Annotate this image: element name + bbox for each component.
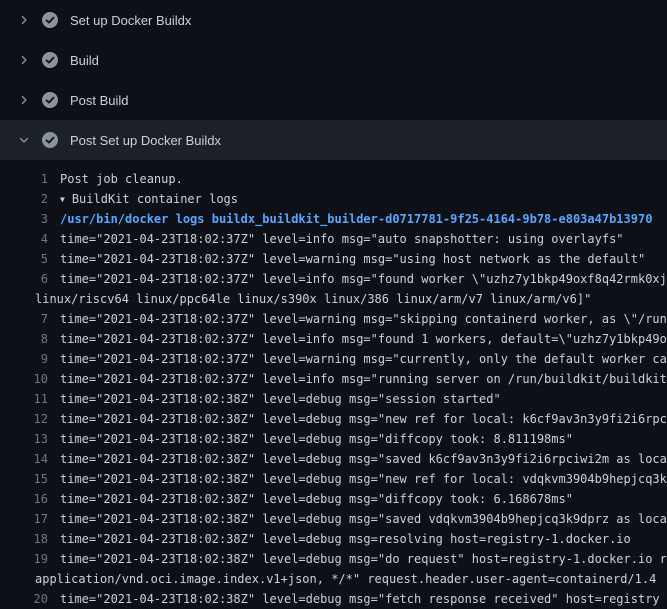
- step-title: Build: [70, 53, 99, 68]
- line-number[interactable]: 11: [0, 389, 48, 409]
- step-title: Post Build: [70, 93, 129, 108]
- log-line: 12 time="2021-04-23T18:02:38Z" level=debu…: [0, 409, 667, 429]
- log-line: 13 time="2021-04-23T18:02:38Z" level=debu…: [0, 429, 667, 449]
- line-number[interactable]: 13: [0, 429, 48, 449]
- step-header-set-up-docker-buildx[interactable]: Set up Docker Buildx: [0, 0, 667, 40]
- log-text: time="2021-04-23T18:02:37Z" level=info m…: [60, 329, 667, 349]
- log-text: time="2021-04-23T18:02:38Z" level=debug …: [60, 449, 667, 469]
- log-line: 10 time="2021-04-23T18:02:37Z" level=info…: [0, 369, 667, 389]
- line-number[interactable]: 10: [0, 369, 48, 389]
- step-header-post-set-up-docker-buildx[interactable]: Post Set up Docker Buildx: [0, 120, 667, 160]
- line-number[interactable]: 16: [0, 489, 48, 509]
- check-circle-icon: [42, 52, 58, 68]
- log-text: time="2021-04-23T18:02:38Z" level=debug …: [60, 409, 667, 429]
- log-line-command: 3/usr/bin/docker logs buildx_buildkit_bu…: [0, 209, 667, 229]
- chevron-down-icon: [16, 132, 32, 148]
- step-title: Set up Docker Buildx: [70, 13, 191, 28]
- chevron-right-icon: [16, 52, 32, 68]
- step-header-build[interactable]: Build: [0, 40, 667, 80]
- log-line: 16 time="2021-04-23T18:02:38Z" level=debu…: [0, 489, 667, 509]
- log-text: time="2021-04-23T18:02:37Z" level=warnin…: [60, 249, 667, 269]
- check-circle-icon: [42, 12, 58, 28]
- chevron-right-icon: [16, 12, 32, 28]
- log-line: 15 time="2021-04-23T18:02:38Z" level=debu…: [0, 469, 667, 489]
- log-text: linux/riscv64 linux/ppc64le linux/s390x …: [35, 289, 667, 309]
- log-text: time="2021-04-23T18:02:37Z" level=info m…: [60, 269, 667, 289]
- chevron-right-icon: [16, 92, 32, 108]
- line-number[interactable]: 14: [0, 449, 48, 469]
- log-text: ▼ BuildKit container logs: [60, 189, 667, 209]
- log-text: time="2021-04-23T18:02:38Z" level=debug …: [60, 589, 667, 609]
- line-number[interactable]: 18: [0, 529, 48, 549]
- line-number[interactable]: 17: [0, 509, 48, 529]
- log-container: 1 Post job cleanup. 2 ▼ BuildKit container l…: [0, 160, 667, 609]
- step-title: Post Set up Docker Buildx: [70, 133, 221, 148]
- log-line: 7 time="2021-04-23T18:02:37Z" level=warni…: [0, 309, 667, 329]
- log-line: 14 time="2021-04-23T18:02:38Z" level=debu…: [0, 449, 667, 469]
- log-text: time="2021-04-23T18:02:38Z" level=debug …: [60, 389, 667, 409]
- log-text: time="2021-04-23T18:02:37Z" level=warnin…: [60, 349, 667, 369]
- log-text: time="2021-04-23T18:02:38Z" level=debug …: [60, 469, 667, 489]
- line-number[interactable]: 15: [0, 469, 48, 489]
- log-line: 11 time="2021-04-23T18:02:38Z" level=debu…: [0, 389, 667, 409]
- step-header-post-build[interactable]: Post Build: [0, 80, 667, 120]
- line-number[interactable]: 4: [0, 229, 48, 249]
- group-label: BuildKit container logs: [72, 192, 238, 206]
- actions-log-viewer: Set up Docker Buildx Build Post Build Post …: [0, 0, 667, 609]
- line-number[interactable]: 5: [0, 249, 48, 269]
- log-text: Post job cleanup.: [60, 169, 667, 189]
- log-lines: 1 Post job cleanup. 2 ▼ BuildKit container l…: [0, 169, 667, 609]
- log-line: 18 time="2021-04-23T18:02:38Z" level=debu…: [0, 529, 667, 549]
- steps-list: Set up Docker Buildx Build Post Build Post …: [0, 0, 667, 160]
- log-line: 17 time="2021-04-23T18:02:38Z" level=debu…: [0, 509, 667, 529]
- log-text: time="2021-04-23T18:02:37Z" level=warnin…: [60, 309, 667, 329]
- line-number[interactable]: 2: [0, 189, 48, 209]
- log-text: time="2021-04-23T18:02:37Z" level=info m…: [60, 229, 667, 249]
- log-line: 5 time="2021-04-23T18:02:37Z" level=warni…: [0, 249, 667, 269]
- log-text: time="2021-04-23T18:02:38Z" level=debug …: [60, 529, 667, 549]
- check-circle-icon: [42, 92, 58, 108]
- line-number[interactable]: 8: [0, 329, 48, 349]
- triangle-down-icon: ▼: [60, 190, 65, 209]
- log-line: 20 time="2021-04-23T18:02:38Z" level=debu…: [0, 589, 667, 609]
- log-text: /usr/bin/docker logs buildx_buildkit_bui…: [60, 209, 667, 229]
- log-line: 8 time="2021-04-23T18:02:37Z" level=info …: [0, 329, 667, 349]
- log-text: time="2021-04-23T18:02:38Z" level=debug …: [60, 429, 667, 449]
- log-text: time="2021-04-23T18:02:38Z" level=debug …: [60, 549, 667, 569]
- line-number[interactable]: 19: [0, 549, 48, 569]
- log-line: 4 time="2021-04-23T18:02:37Z" level=info …: [0, 229, 667, 249]
- log-line: 1 Post job cleanup.: [0, 169, 667, 189]
- line-number[interactable]: 6: [0, 269, 48, 289]
- log-group-toggle[interactable]: 2 ▼ BuildKit container logs: [0, 189, 667, 209]
- log-text: time="2021-04-23T18:02:38Z" level=debug …: [60, 509, 667, 529]
- log-line-continuation: linux/riscv64 linux/ppc64le linux/s390x …: [0, 289, 667, 309]
- check-circle-icon: [42, 132, 58, 148]
- line-number[interactable]: 20: [0, 589, 48, 609]
- line-number[interactable]: 3: [0, 209, 48, 229]
- log-line: 9 time="2021-04-23T18:02:37Z" level=warni…: [0, 349, 667, 369]
- log-line-continuation: application/vnd.oci.image.index.v1+json,…: [0, 569, 667, 589]
- log-line: 19 time="2021-04-23T18:02:38Z" level=debu…: [0, 549, 667, 569]
- line-number[interactable]: 1: [0, 169, 48, 189]
- log-line: 6 time="2021-04-23T18:02:37Z" level=info …: [0, 269, 667, 289]
- log-text: application/vnd.oci.image.index.v1+json,…: [35, 569, 667, 589]
- line-number[interactable]: 12: [0, 409, 48, 429]
- line-number[interactable]: 9: [0, 349, 48, 369]
- log-text: time="2021-04-23T18:02:38Z" level=debug …: [60, 489, 667, 509]
- log-text: time="2021-04-23T18:02:37Z" level=info m…: [60, 369, 667, 389]
- line-number[interactable]: 7: [0, 309, 48, 329]
